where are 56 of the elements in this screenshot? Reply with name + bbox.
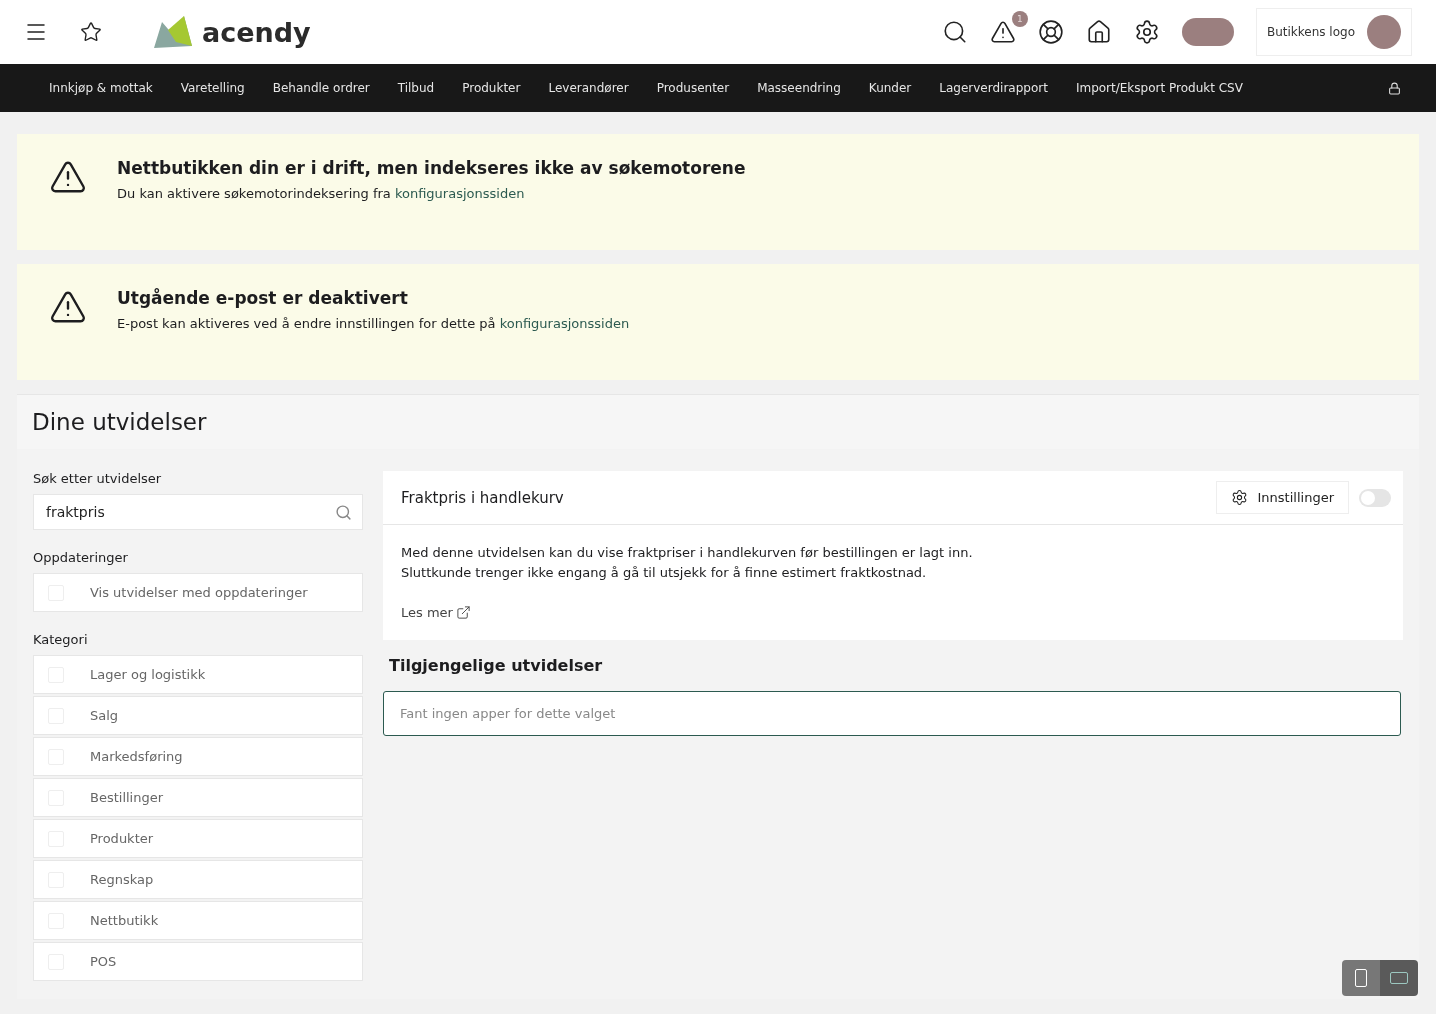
nav-link[interactable]: Produsenter (642, 81, 744, 95)
section-label: Søk etter utvidelser (33, 471, 163, 486)
landscape-view-button[interactable] (1380, 960, 1418, 996)
filter-option[interactable]: Salg (33, 696, 363, 735)
empty-message: Fant ingen apper for dette valget (383, 691, 1401, 736)
nav-link[interactable]: Varetelling (166, 81, 259, 95)
banner-title: Utgående e-post er deaktivert (117, 288, 409, 308)
filter-option[interactable]: Nettbutikk (33, 901, 363, 940)
banner-text: E-post kan aktiveres ved å endre innstillingen for dette på konfigurasjonssiden (117, 316, 630, 331)
external-link-icon (455, 605, 471, 620)
nav-link[interactable]: Tilbud (383, 81, 449, 95)
logo-icon (154, 14, 194, 50)
section-label: Kategori (33, 632, 89, 647)
nav-link[interactable]: Kunder (854, 81, 926, 95)
home-icon[interactable] (1085, 19, 1112, 45)
search-input[interactable]: fraktpris (44, 503, 335, 521)
notification-badge: 1 (1011, 11, 1028, 27)
store-box[interactable]: Butikkens logo (1255, 8, 1412, 56)
read-more-link[interactable]: Les mer (401, 605, 471, 620)
extension-description: Med denne utvidelsen kan du vise fraktpriser i handlekurven før bestillingen er lagt inn. Sluttkunde trenger ikke engang å gå til utsjekk for å finne estimert fraktkostnad. (400, 544, 974, 582)
banner-text: Du kan aktivere søkemotorindeksering fra konfigurasjonssiden (117, 186, 526, 201)
star-icon[interactable] (80, 21, 102, 43)
filter-option[interactable]: Vis utvidelser med oppdateringer (33, 573, 363, 612)
gear-icon (1230, 489, 1248, 506)
nav-link[interactable]: Masseendring (743, 81, 855, 95)
lifebuoy-icon[interactable] (1037, 19, 1064, 45)
pill-button[interactable] (1181, 18, 1234, 46)
warning-icon[interactable] (989, 19, 1016, 45)
portrait-view-button[interactable] (1342, 960, 1380, 996)
nav-link[interactable]: Behandle ordrer (258, 81, 384, 95)
search-icon (335, 503, 352, 521)
search-field[interactable]: fraktpris (33, 494, 363, 530)
settings-icon[interactable] (1133, 19, 1160, 45)
config-link[interactable]: konfigurasjonssiden (394, 186, 525, 201)
avatar[interactable] (1367, 15, 1401, 49)
lock-icon[interactable] (1388, 81, 1401, 95)
filter-option[interactable]: Bestillinger (33, 778, 363, 817)
toggle-switch[interactable] (1359, 488, 1391, 507)
nav-link[interactable]: Leverandører (534, 81, 643, 95)
filter-option[interactable]: Markedsføring (33, 737, 363, 776)
nav-link[interactable]: Lagerverdirapport (925, 81, 1062, 95)
filter-option[interactable]: Regnskap (33, 860, 363, 899)
nav-link[interactable]: Import/Eksport Produkt CSV (1061, 81, 1257, 95)
settings-button[interactable]: Innstillinger (1215, 481, 1349, 514)
section-title: Tilgjengelige utvidelser (389, 656, 604, 675)
filter-option[interactable]: Produkter (33, 819, 363, 858)
logo-text: acendy (202, 16, 311, 48)
section-label: Oppdateringer (33, 550, 129, 565)
extension-title: Fraktpris i handlekurv (401, 488, 564, 507)
nav-link[interactable]: Produkter (448, 81, 535, 95)
filter-option[interactable]: Lager og logistikk (33, 655, 363, 694)
banner-title: Nettbutikken din er i drift, men indekseres ikke av søkemotorene (117, 158, 746, 178)
nav-link[interactable]: Innkjøp & mottak (35, 81, 167, 95)
config-link[interactable]: konfigurasjonssiden (499, 316, 630, 331)
filter-option[interactable]: POS (33, 942, 363, 981)
store-logo: Butikkens logo (1266, 25, 1355, 39)
